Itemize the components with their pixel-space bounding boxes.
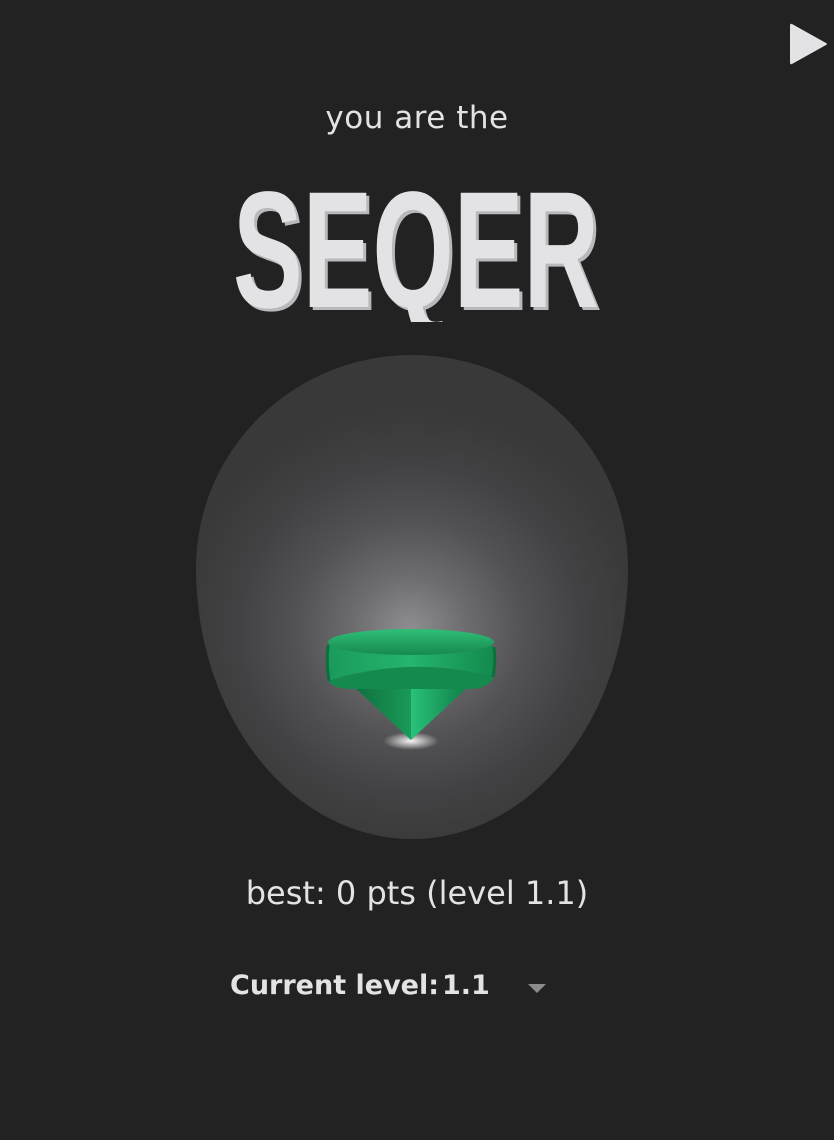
- level-selector: Current level: 1.1: [230, 968, 560, 1008]
- best-score: best: 0 pts (level 1.1): [245, 874, 589, 912]
- level-label: Current level:: [230, 970, 440, 1001]
- game-title: SEQER SEQER: [0, 172, 834, 322]
- play-button[interactable]: [786, 20, 830, 68]
- subtitle: you are the: [325, 100, 509, 136]
- game-stage[interactable]: [196, 355, 628, 839]
- chevron-down-icon: [528, 984, 546, 993]
- level-value: 1.1: [442, 970, 490, 1001]
- title-text: SEQER: [233, 172, 599, 322]
- spinning-top-icon: [325, 629, 497, 750]
- play-icon: [790, 23, 827, 65]
- level-select[interactable]: 1.1: [438, 968, 560, 1008]
